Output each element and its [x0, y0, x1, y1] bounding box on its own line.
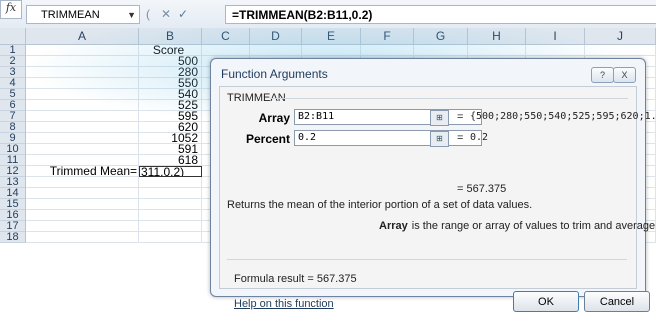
insert-function-button[interactable]: fx — [0, 0, 22, 19]
help-button[interactable]: ? — [591, 67, 614, 83]
cell[interactable] — [26, 155, 139, 166]
column-header-d[interactable]: D — [250, 28, 302, 45]
cancel-button[interactable]: Cancel — [584, 291, 650, 312]
cell[interactable]: 618 — [139, 155, 202, 166]
body-divider — [227, 259, 627, 260]
name-box-value: TRIMMEAN — [41, 9, 100, 21]
cell[interactable] — [302, 45, 361, 56]
cell[interactable] — [26, 133, 139, 144]
percent-equals: = — [457, 132, 464, 144]
cell[interactable] — [26, 78, 139, 89]
array-result: {500;280;550;540;525;595;620;1... — [470, 111, 656, 122]
close-button[interactable]: X — [613, 67, 636, 83]
column-header-f[interactable]: F — [361, 28, 414, 45]
cell[interactable] — [26, 67, 139, 78]
cell[interactable] — [26, 144, 139, 155]
cell[interactable] — [202, 45, 250, 56]
cell[interactable] — [361, 45, 414, 56]
column-header-a[interactable]: A — [26, 28, 139, 45]
column-header-c[interactable]: C — [202, 28, 250, 45]
argument-help: Array is the range or array of values to … — [379, 220, 656, 232]
cell[interactable]: 620 — [139, 122, 202, 133]
name-box[interactable]: TRIMMEAN ▼ — [26, 5, 140, 24]
cell[interactable] — [26, 188, 139, 199]
cell[interactable]: Trimmed Mean= — [26, 166, 139, 177]
cell[interactable] — [26, 111, 139, 122]
array-input[interactable]: B2:B11 — [294, 109, 482, 125]
cell[interactable] — [468, 45, 526, 56]
cell[interactable]: 525 — [139, 100, 202, 111]
cell[interactable] — [414, 45, 468, 56]
dialog-title: Function Arguments — [221, 67, 328, 81]
cell[interactable]: 540 — [139, 89, 202, 100]
cell[interactable] — [139, 221, 202, 232]
cell[interactable] — [26, 177, 139, 188]
percent-label: Percent — [245, 132, 290, 146]
cell[interactable] — [139, 188, 202, 199]
percent-input[interactable]: 0.2 — [294, 130, 482, 146]
collapse-dialog-icon[interactable]: ⊞ — [430, 131, 449, 147]
cell[interactable] — [26, 232, 139, 243]
cell[interactable] — [250, 45, 302, 56]
cell[interactable] — [26, 199, 139, 210]
row-header-18[interactable]: 18 — [0, 232, 26, 243]
cell[interactable]: Score — [139, 45, 202, 56]
cell[interactable] — [526, 45, 585, 56]
array-equals: = — [457, 111, 464, 123]
column-header-e[interactable]: E — [302, 28, 361, 45]
x-icon[interactable]: ✕ — [158, 6, 174, 23]
cell[interactable]: 550 — [139, 78, 202, 89]
cell[interactable] — [26, 122, 139, 133]
formula-input[interactable]: =TRIMMEAN(B2:B11,0.2) — [225, 5, 656, 24]
argument-help-text: is the range or array of values to trim … — [411, 220, 656, 232]
select-all-corner[interactable] — [0, 28, 26, 45]
function-result: = 567.375 — [457, 183, 507, 195]
column-header-i[interactable]: I — [526, 28, 585, 45]
cell[interactable] — [139, 177, 202, 188]
cell[interactable] — [139, 210, 202, 221]
ok-button[interactable]: OK — [513, 291, 579, 312]
cell[interactable]: 591 — [139, 144, 202, 155]
group-divider — [270, 98, 628, 99]
column-header-g[interactable]: G — [414, 28, 468, 45]
function-arguments-dialog: Function Arguments ? X TRIMMEAN Array B2… — [210, 58, 656, 312]
column-header-j[interactable]: J — [585, 28, 656, 45]
cell[interactable]: 280 — [139, 67, 202, 78]
argument-help-name: Array — [379, 220, 408, 232]
check-icon[interactable]: ✓ — [175, 6, 191, 23]
cell[interactable]: 595 — [139, 111, 202, 122]
help-link[interactable]: Help on this function — [234, 298, 334, 310]
column-header-b[interactable]: B — [139, 28, 202, 45]
cell[interactable] — [26, 45, 139, 56]
dialog-body: TRIMMEAN Array B2:B11 ⊞ = {500;280;550;5… — [219, 86, 656, 312]
formula-bar: TRIMMEAN ▼ ( ✕ ✓ fx =TRIMMEAN(B2:B11,0.2… — [0, 0, 656, 29]
collapse-dialog-icon[interactable]: ⊞ — [430, 110, 449, 126]
function-description: Returns the mean of the interior portion… — [227, 199, 533, 211]
cell[interactable]: 311,0.2) — [139, 166, 202, 177]
percent-result: 0.2 — [470, 132, 489, 143]
dropdown-arrow-icon[interactable]: ▼ — [127, 6, 136, 25]
formula-result: Formula result = 567.375 — [234, 273, 357, 285]
cell[interactable] — [26, 56, 139, 67]
cell[interactable] — [26, 221, 139, 232]
cell[interactable]: 1052 — [139, 133, 202, 144]
cell[interactable] — [26, 89, 139, 100]
array-label: Array — [258, 111, 290, 125]
cell[interactable]: 500 — [139, 56, 202, 67]
cell[interactable] — [26, 210, 139, 221]
separator-icon: ( — [146, 7, 150, 21]
cell[interactable] — [139, 232, 202, 243]
column-header-h[interactable]: H — [468, 28, 526, 45]
cell[interactable] — [585, 45, 656, 56]
cell[interactable] — [139, 199, 202, 210]
cell[interactable] — [26, 100, 139, 111]
